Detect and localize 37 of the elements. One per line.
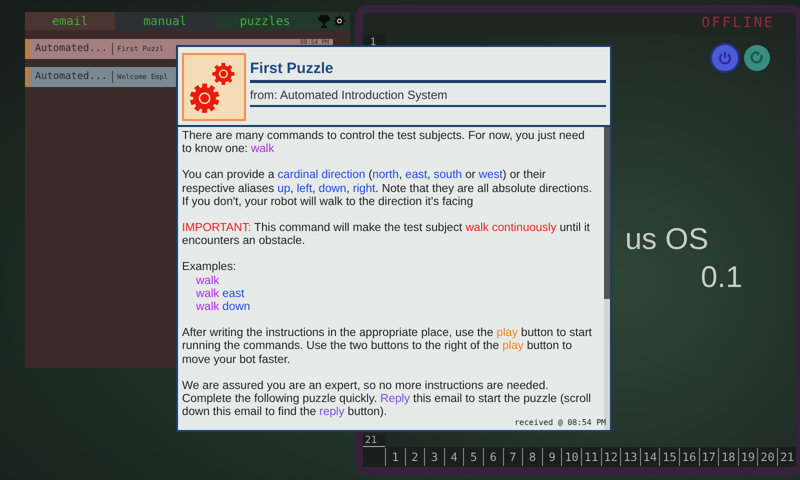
column-number: 19 [738,448,758,466]
message-paragraph: IMPORTANT: This command will make the test subject walk continuously until it encounters an obstacle. [182,221,591,248]
examples-heading: Examples: [182,260,238,274]
message-paragraph: There are many commands to control the test subjects. For now, you just need to know one: walk [182,129,586,156]
version-text: 0.1 [700,261,744,295]
message-paragraph: We are assured you are an expert, so no more instructions are needed. Complete the following puzzle quickly. Reply this email to start the puzzle (scroll down this email to find the reply button). [182,378,592,418]
column-number: 5 [463,448,483,466]
column-number: 10 [561,448,581,466]
column-number: 13 [620,448,640,466]
example-command: walk [195,274,220,287]
message-paragraph: After writing the instructions in the appropriate place, use the play button to start running the commands. Use the two buttons to the right of the play button to move your bot faster. [182,326,593,366]
column-number: 21 [776,448,796,466]
line-number: 21 [363,435,385,447]
column-number: 16 [678,448,698,466]
column-number: 18 [718,448,738,466]
message-paragraph: You can provide a cardinal direction (north, east, south or west) or their respective aliases up, left, down, right. Note that they are all absolute directions. If you don't, your robot will walk to the direction it's facing [182,168,593,208]
example-command: walk east [195,286,246,300]
status-label: OFFLINE [701,15,774,33]
column-number: 1 [385,448,405,466]
column-number: 6 [482,448,503,466]
example-command: walk down [195,300,252,314]
received-time: received @ 08:54 PM [514,418,606,427]
column-number: 20 [757,448,777,466]
column-number: 17 [698,448,718,466]
column-number: 11 [580,448,601,466]
column-number: 3 [424,448,444,466]
column-number: 7 [502,448,522,466]
email-sender: from: Automated Introduction System [250,83,606,107]
logo-text: us OS [625,223,710,257]
column-number: 15 [659,448,679,466]
column-number: 4 [444,448,464,466]
column-number: 9 [542,448,562,466]
column-number: 2 [404,448,424,466]
column-number: 14 [640,448,660,466]
column-number: 8 [522,448,542,466]
column-number: 12 [600,448,620,466]
email-title: First Puzzle [250,53,606,83]
